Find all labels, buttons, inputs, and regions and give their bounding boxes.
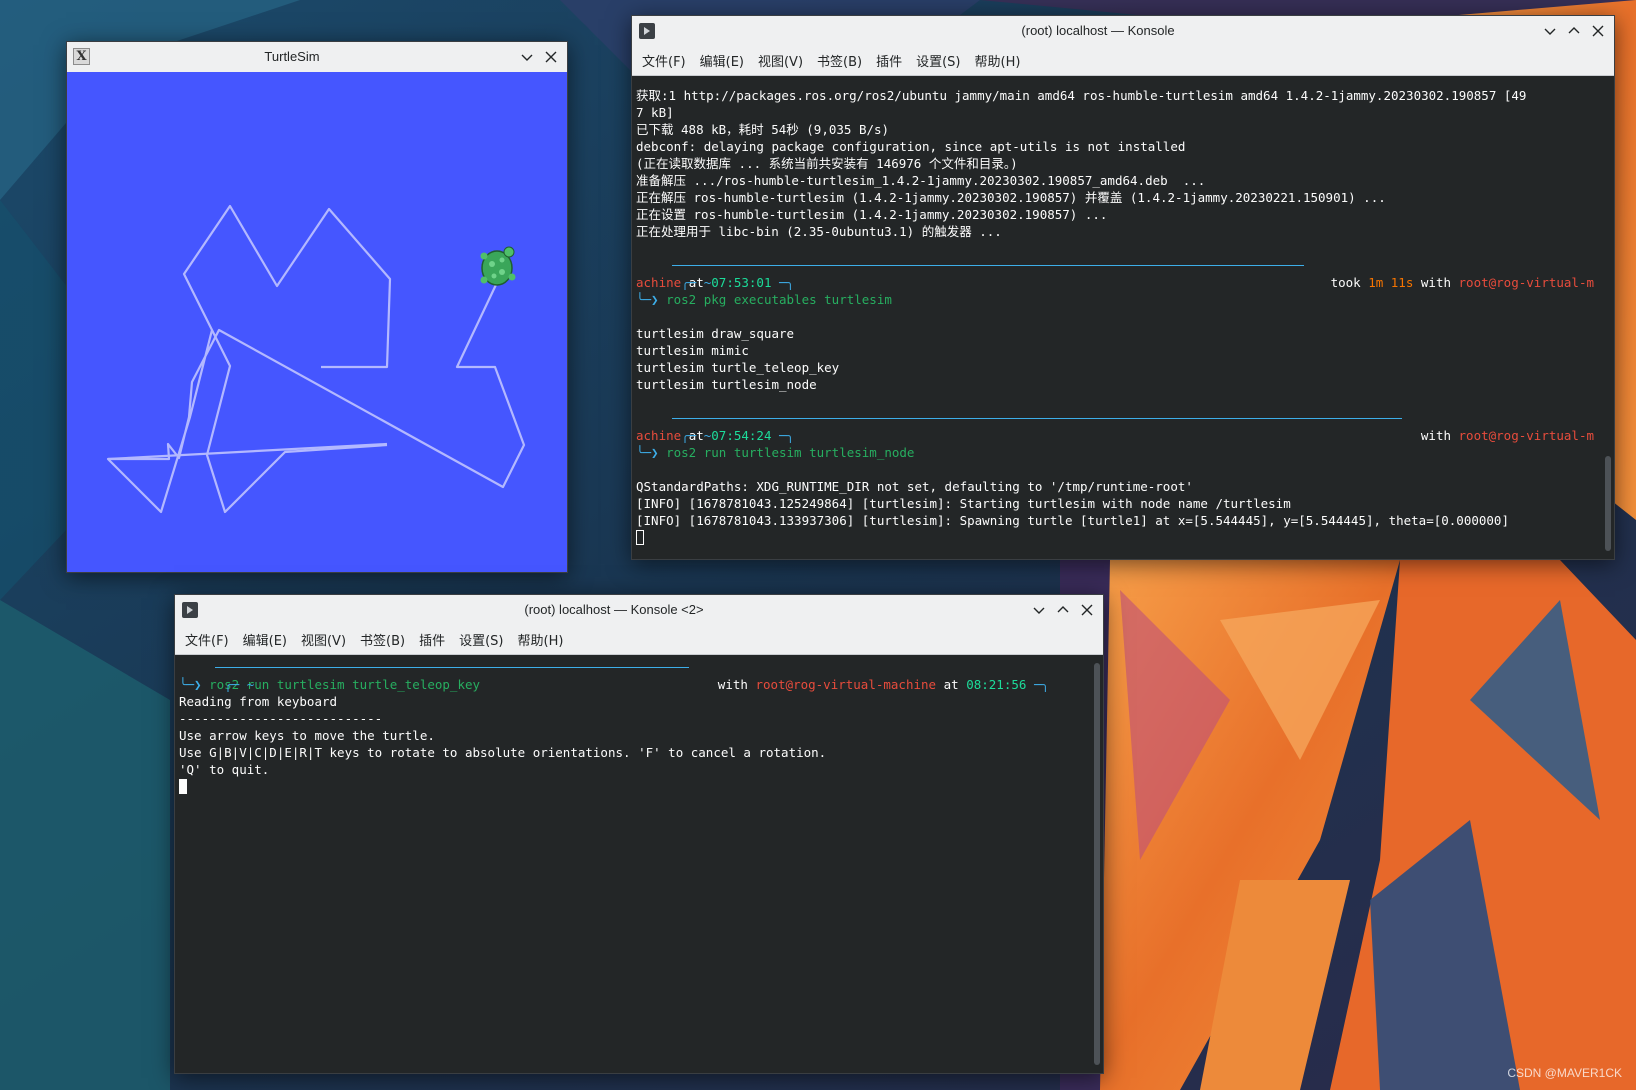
turtle-canvas	[67, 72, 567, 572]
terminal-output[interactable]: ╭─ ~ with root@rog-virtual-machine at 08:…	[175, 656, 1087, 1073]
command-line: ╰─❯ ros2 pkg executables turtlesim	[636, 292, 892, 307]
menu-help[interactable]: 帮助(H)	[971, 51, 1031, 70]
close-icon	[1592, 25, 1604, 37]
chevron-down-icon	[521, 54, 533, 61]
menu-bookmarks[interactable]: 书签(B)	[813, 51, 872, 70]
close-button[interactable]	[1588, 21, 1608, 41]
terminal-line: 已下载 488 kB，耗时 54秒 (9,035 B/s)	[636, 122, 890, 137]
terminal-line: [INFO] [1678781043.125249864] [turtlesim…	[636, 496, 1291, 511]
close-button[interactable]	[541, 47, 561, 67]
terminal-line: ---------------------------	[179, 711, 383, 726]
terminal-line: 正在设置 ros-humble-turtlesim (1.4.2-1jammy.…	[636, 207, 1108, 222]
konsole-app-icon	[639, 23, 655, 39]
terminal-output[interactable]: 获取:1 http://packages.ros.org/ros2/ubuntu…	[632, 77, 1598, 559]
menu-settings[interactable]: 设置(S)	[455, 630, 513, 649]
close-icon	[545, 51, 557, 63]
terminal-cursor	[636, 530, 644, 545]
minimize-button[interactable]	[1540, 21, 1560, 41]
konsole-titlebar[interactable]: (root) localhost — Konsole	[632, 16, 1614, 47]
close-icon	[1081, 604, 1093, 616]
menubar: 文件(F) 编辑(E) 视图(V) 书签(B) 插件 设置(S) 帮助(H)	[632, 46, 1614, 76]
terminal-line: debconf: delaying package configuration,…	[636, 139, 1186, 154]
watermark: CSDN @MAVER1CK	[1507, 1066, 1622, 1080]
menu-edit[interactable]: 编辑(E)	[239, 630, 297, 649]
menu-file[interactable]: 文件(F)	[638, 51, 696, 70]
terminal-line: (正在读取数据库 ... 系统当前共安装有 146976 个文件和目录。)	[636, 156, 1018, 171]
turtlesim-window[interactable]: X TurtleSim	[66, 41, 568, 573]
turtle-canvas-background	[67, 72, 567, 572]
terminal-line: turtlesim turtlesim_node	[636, 377, 817, 392]
terminal-line: 'Q' to quit.	[179, 762, 270, 777]
minimize-button[interactable]	[517, 47, 537, 67]
konsole-app-icon	[182, 602, 198, 618]
terminal-line: turtlesim turtle_teleop_key	[636, 360, 840, 375]
menu-plugins[interactable]: 插件	[415, 630, 455, 649]
menu-help[interactable]: 帮助(H)	[514, 630, 574, 649]
window-title: (root) localhost — Konsole <2>	[524, 602, 704, 617]
menu-view[interactable]: 视图(V)	[754, 51, 813, 70]
minimize-button[interactable]	[1029, 600, 1049, 620]
konsole-titlebar[interactable]: (root) localhost — Konsole <2>	[175, 595, 1103, 626]
terminal-line: [INFO] [1678781043.133937306] [turtlesim…	[636, 513, 1509, 528]
menu-edit[interactable]: 编辑(E)	[696, 51, 754, 70]
terminal-line: Reading from keyboard	[179, 694, 338, 709]
maximize-button[interactable]	[1053, 600, 1073, 620]
command-line: ╰─❯ ros2 run turtlesim turtlesim_node	[636, 445, 915, 460]
konsole-window-1[interactable]: (root) localhost — Konsole 文件(F) 编辑(E) 视…	[631, 15, 1615, 560]
window-title: (root) localhost — Konsole	[1021, 23, 1175, 38]
scrollbar[interactable]	[1605, 456, 1611, 551]
terminal-line: 正在处理用于 libc-bin (2.35-0ubuntu3.1) 的触发器 .…	[636, 224, 1002, 239]
chevron-down-icon	[1033, 607, 1045, 614]
terminal-line: 获取:1 http://packages.ros.org/ros2/ubuntu…	[636, 88, 1527, 103]
terminal-line: QStandardPaths: XDG_RUNTIME_DIR not set,…	[636, 479, 1193, 494]
menu-bookmarks[interactable]: 书签(B)	[356, 630, 415, 649]
menu-view[interactable]: 视图(V)	[297, 630, 356, 649]
prompt-header: ╭─ ~ with root@rog-virtual-machine at 08:…	[179, 659, 1049, 692]
terminal-line: Use arrow keys to move the turtle.	[179, 728, 435, 743]
turtlesim-titlebar[interactable]: X TurtleSim	[67, 42, 567, 73]
window-title: TurtleSim	[264, 49, 320, 64]
terminal-line: turtlesim draw_square	[636, 326, 795, 341]
chevron-down-icon	[1544, 28, 1556, 35]
konsole-window-2[interactable]: (root) localhost — Konsole <2> 文件(F) 编辑(…	[174, 594, 1104, 1074]
prompt-header: ╭─ ~ with root@rog-virtual-m	[636, 410, 1594, 443]
terminal-line: 7 kB]	[636, 105, 674, 120]
scrollbar[interactable]	[1094, 663, 1100, 1065]
terminal-line: Use G|B|V|C|D|E|R|T keys to rotate to ab…	[179, 745, 827, 760]
terminal-line: turtlesim mimic	[636, 343, 749, 358]
menu-plugins[interactable]: 插件	[872, 51, 912, 70]
menu-settings[interactable]: 设置(S)	[912, 51, 970, 70]
chevron-up-icon	[1057, 606, 1069, 613]
terminal-line: 准备解压 .../ros-humble-turtlesim_1.4.2-1jam…	[636, 173, 1206, 188]
menubar: 文件(F) 编辑(E) 视图(V) 书签(B) 插件 设置(S) 帮助(H)	[175, 625, 1103, 655]
prompt-header: ╭─ ~ took 1m 11s with root@rog-virtual-m	[636, 257, 1594, 290]
menu-file[interactable]: 文件(F)	[181, 630, 239, 649]
maximize-button[interactable]	[1564, 21, 1584, 41]
x11-app-icon: X	[73, 48, 90, 65]
terminal-cursor	[179, 779, 187, 794]
chevron-up-icon	[1568, 27, 1580, 34]
close-button[interactable]	[1077, 600, 1097, 620]
terminal-line: 正在解压 ros-humble-turtlesim (1.4.2-1jammy.…	[636, 190, 1386, 205]
